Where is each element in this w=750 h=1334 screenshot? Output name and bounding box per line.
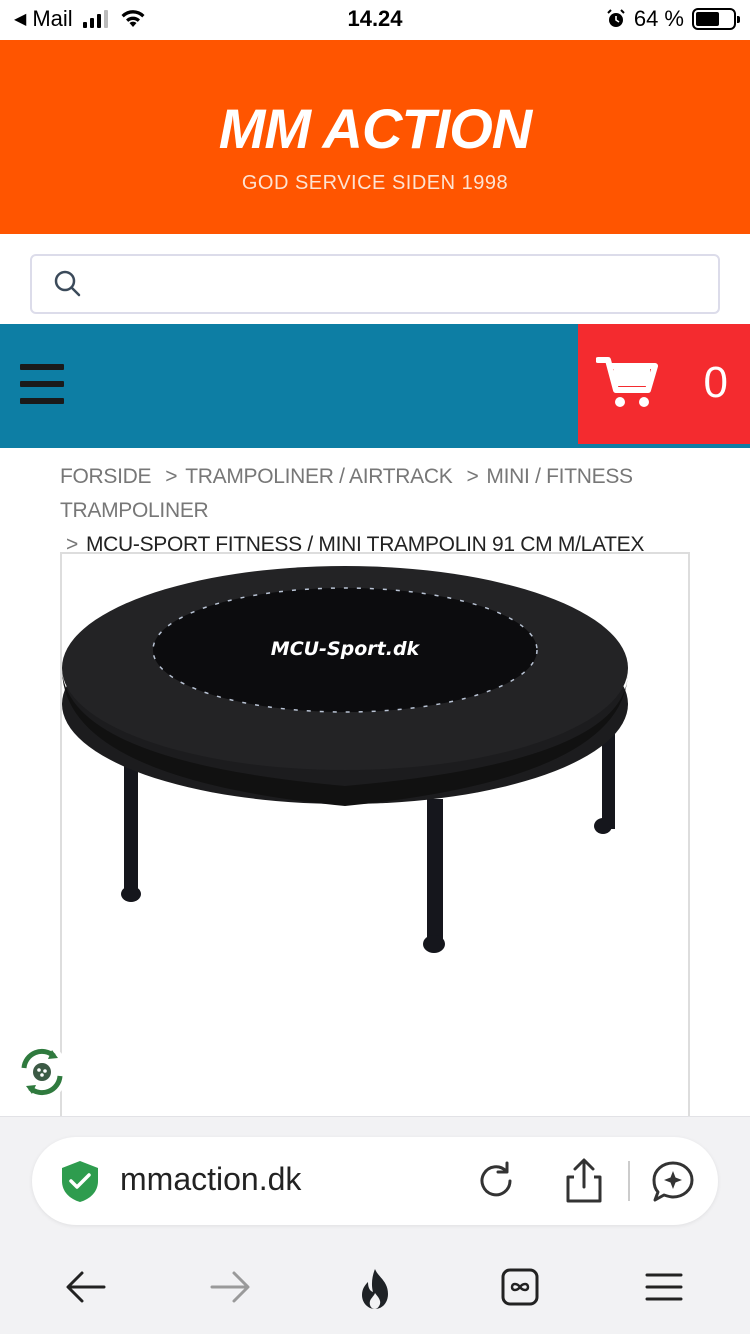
trampoline-brand-text: MCU-Sport.dk: [271, 638, 421, 660]
trampoline-leg: [124, 759, 138, 894]
eco-recycle-badge-icon[interactable]: [14, 1044, 70, 1100]
fire-icon[interactable]: [354, 1267, 396, 1311]
secure-shield-icon[interactable]: [58, 1159, 102, 1203]
site-header[interactable]: MM ACTION GOD SERVICE SIDEN 1998: [0, 40, 750, 234]
site-tagline: GOD SERVICE SIDEN 1998: [241, 172, 509, 194]
product-image[interactable]: MCU-Sport.dk: [60, 552, 690, 1132]
site-logo[interactable]: MM ACTION: [0, 96, 750, 161]
cart-button[interactable]: 0: [578, 324, 750, 444]
back-arrow-icon[interactable]: [64, 1267, 108, 1307]
breadcrumb-category[interactable]: TRAMPOLINER / AIRTRACK: [185, 465, 453, 488]
menu-lines-icon[interactable]: [644, 1267, 684, 1307]
breadcrumb-home[interactable]: FORSIDE: [60, 465, 152, 488]
share-icon[interactable]: [562, 1157, 606, 1205]
ai-assistant-icon[interactable]: [650, 1159, 696, 1205]
divider: [628, 1161, 630, 1201]
hamburger-menu-icon[interactable]: [20, 364, 64, 404]
tabs-infinity-icon[interactable]: [500, 1267, 540, 1307]
cart-count: 0: [703, 358, 728, 407]
battery-icon: [692, 8, 740, 30]
shopping-cart-icon: [596, 357, 658, 407]
address-bar[interactable]: mmaction.dk: [32, 1137, 718, 1225]
trampoline-leg: [602, 734, 615, 829]
trampoline-leg: [427, 799, 443, 939]
forward-arrow-icon[interactable]: [208, 1267, 252, 1307]
browser-bottom-bar: mmaction.dk: [0, 1116, 750, 1334]
alarm-icon: [607, 9, 625, 27]
url-text[interactable]: mmaction.dk: [120, 1161, 301, 1198]
trampoline-illustration: MCU-Sport.dk: [62, 566, 628, 953]
browser-toolbar: [0, 1257, 750, 1317]
search-input[interactable]: [30, 254, 720, 314]
status-bar: ◀ Mail 14.24 64 %: [0, 0, 750, 40]
reload-icon[interactable]: [474, 1159, 518, 1203]
breadcrumb: FORSIDE > TRAMPOLINER / AIRTRACK > MINI / FI…: [60, 465, 645, 556]
battery-percent: 64 %: [633, 6, 684, 31]
nav-bar: 0: [0, 324, 750, 448]
search-bar: [0, 234, 750, 324]
search-icon[interactable]: [52, 268, 82, 298]
